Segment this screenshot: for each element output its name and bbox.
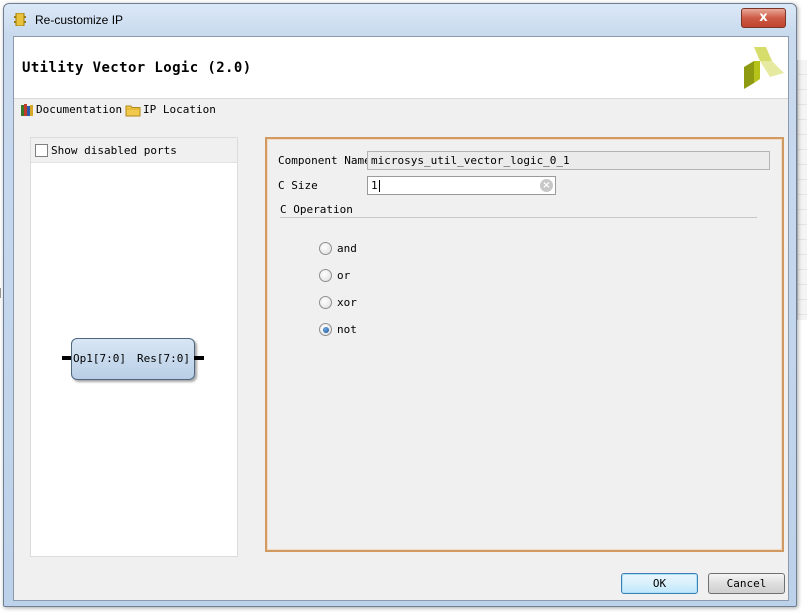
input-port-label: Op1[7:0] <box>73 352 126 365</box>
radio-label[interactable]: xor <box>337 296 357 309</box>
output-pin <box>194 356 204 360</box>
ip-location-label: IP Location <box>143 103 216 116</box>
recustomize-ip-dialog: Re-customize IP x Utility Vector Logic (… <box>3 3 797 607</box>
ip-header: Utility Vector Logic (2.0) <box>14 37 788 99</box>
c-size-input[interactable]: 1 × <box>367 176 556 195</box>
ip-block-symbol: Op1[7:0] Res[7:0] <box>71 338 195 380</box>
c-operation-group-title: C Operation <box>280 203 353 216</box>
documentation-link[interactable]: Documentation <box>20 103 122 117</box>
c-size-value: 1 <box>371 179 378 192</box>
output-port-label: Res[7:0] <box>137 352 190 365</box>
close-icon: x <box>759 10 768 25</box>
vivado-ip-icon <box>14 13 26 26</box>
title-bar: Re-customize IP x <box>4 4 796 36</box>
radio-label[interactable]: or <box>337 269 350 282</box>
xilinx-logo-icon <box>744 47 784 89</box>
books-icon <box>21 104 33 116</box>
radio-label[interactable]: and <box>337 242 357 255</box>
window-title: Re-customize IP <box>35 13 124 27</box>
radio-button[interactable] <box>319 296 332 309</box>
radio-button[interactable] <box>319 242 332 255</box>
c-size-label: C Size <box>278 179 318 192</box>
ok-button[interactable]: OK <box>621 573 698 594</box>
component-name-field[interactable]: microsys_util_vector_logic_0_1 <box>367 151 770 170</box>
component-name-value: microsys_util_vector_logic_0_1 <box>371 154 570 167</box>
radio-button[interactable] <box>319 269 332 282</box>
configuration-panel: Component Name microsys_util_vector_logi… <box>265 137 784 552</box>
group-divider <box>280 217 757 218</box>
background-app-strip <box>797 60 807 320</box>
show-disabled-ports-checkbox[interactable] <box>35 144 48 157</box>
component-name-label: Component Name <box>278 154 371 167</box>
radio-label[interactable]: not <box>337 323 357 336</box>
cancel-button[interactable]: Cancel <box>708 573 785 594</box>
radio-button-selected[interactable] <box>319 323 332 336</box>
ip-location-link[interactable]: IP Location <box>125 103 216 117</box>
close-button[interactable]: x <box>741 8 786 28</box>
ip-symbol-panel: Show disabled ports Op1[7:0] Res[7:0] <box>30 137 238 557</box>
text-caret <box>378 180 380 192</box>
folder-icon <box>125 105 141 117</box>
clear-icon[interactable]: × <box>540 179 553 192</box>
ip-title: Utility Vector Logic (2.0) <box>22 60 252 76</box>
symbol-options-bar: Show disabled ports <box>31 138 237 163</box>
documentation-label: Documentation <box>36 103 123 116</box>
show-disabled-ports-label[interactable]: Show disabled ports <box>51 144 177 157</box>
dialog-body: Utility Vector Logic (2.0) Documentation <box>13 36 789 601</box>
